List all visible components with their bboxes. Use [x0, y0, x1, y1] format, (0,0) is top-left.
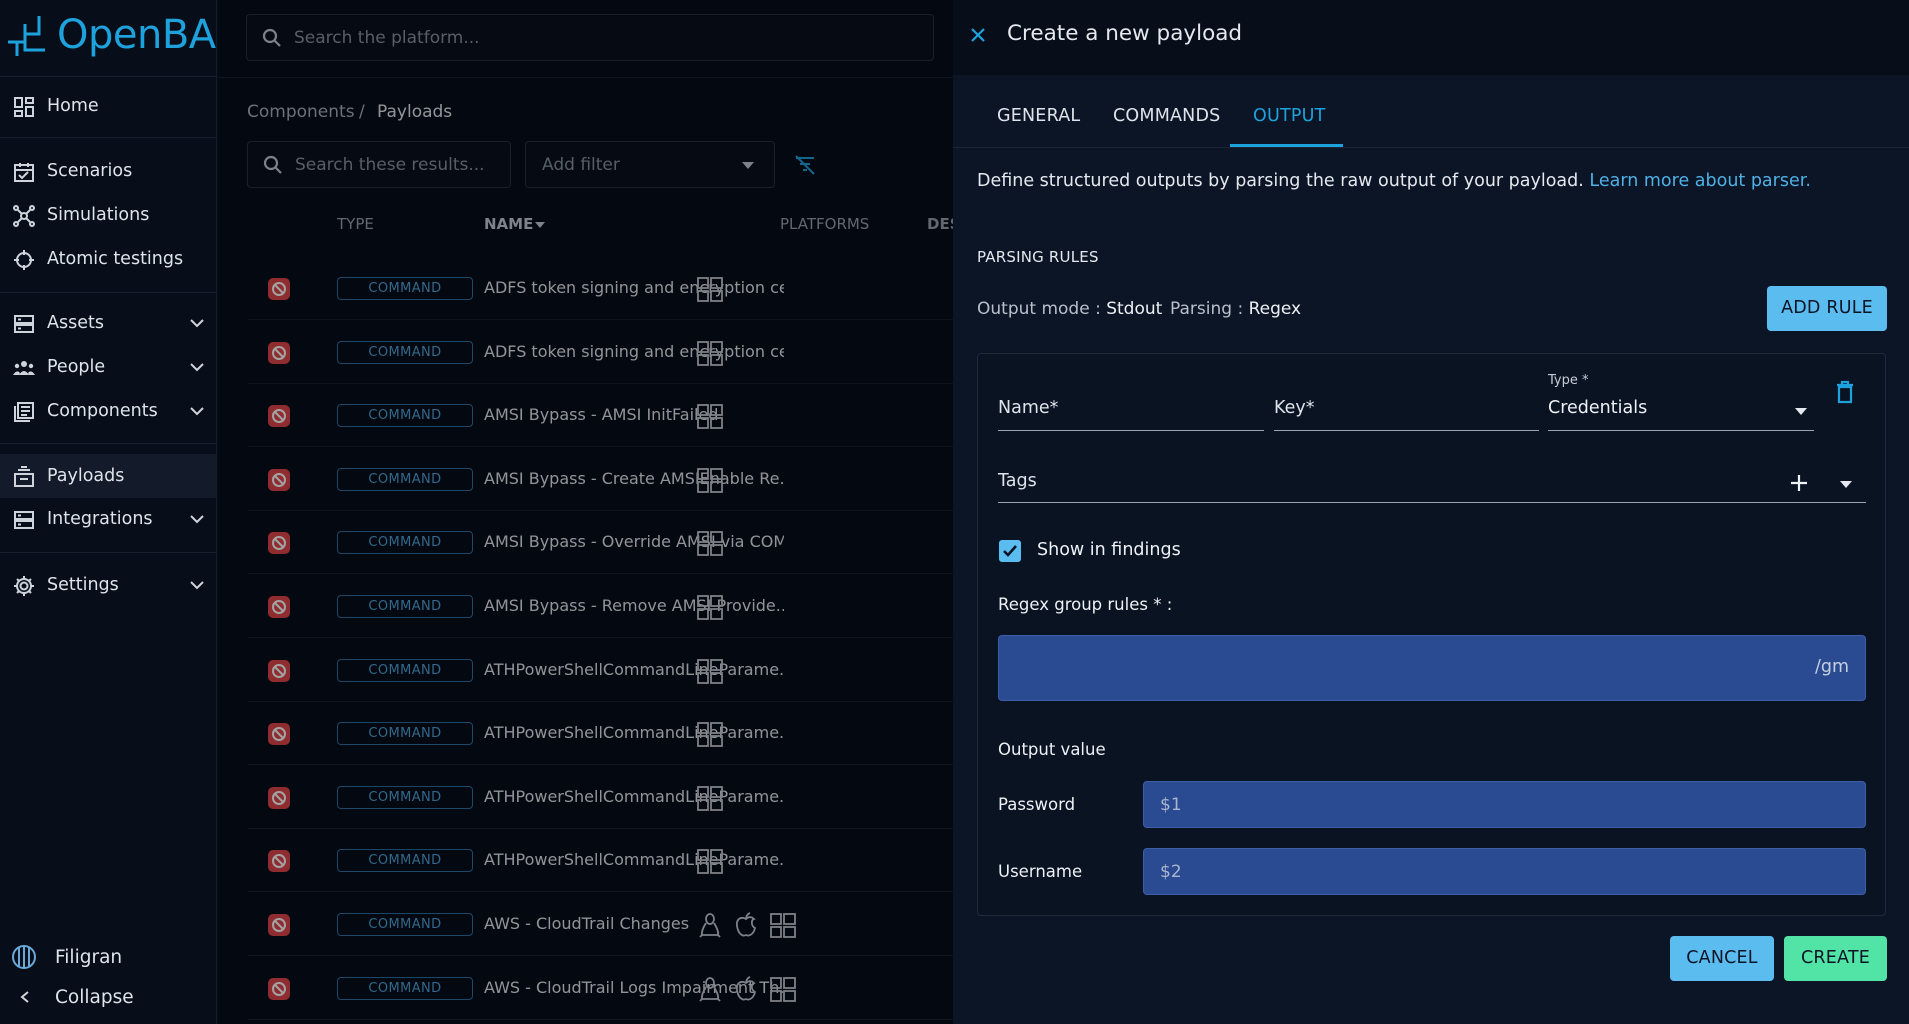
- filigran-logo-icon: [12, 945, 36, 969]
- sidebar-item-assets[interactable]: Assets: [0, 301, 217, 345]
- username-output-value: $2: [1160, 862, 1182, 882]
- sidebar-item-label: Simulations: [47, 205, 150, 225]
- sidebar-item-label: Integrations: [47, 509, 153, 529]
- target-icon: [14, 250, 34, 270]
- sidebar-item-label: People: [47, 357, 106, 377]
- calendar-icon: [14, 163, 34, 182]
- parsing-info: Parsing : Regex: [1170, 299, 1301, 319]
- drawer-header: Create a new payload: [953, 0, 1909, 75]
- sidebar-item-label: Home: [47, 96, 99, 116]
- chevron-down-icon: [190, 363, 204, 372]
- drawer-title: Create a new payload: [1007, 21, 1243, 46]
- chevron-down-icon: [190, 581, 204, 590]
- sidebar: OpenBAS Home Scenarios Simulations Atomi…: [0, 0, 241, 1024]
- sidebar-item-label: Atomic testings: [47, 249, 184, 269]
- show-in-findings-checkbox[interactable]: [999, 540, 1021, 562]
- add-tag-icon[interactable]: [1790, 474, 1808, 492]
- show-in-findings-label[interactable]: Show in findings: [1037, 540, 1181, 560]
- regex-rules-label: Regex group rules * :: [998, 595, 1173, 614]
- section-title: PARSING RULES: [977, 248, 1099, 266]
- sidebar-item-components[interactable]: Components: [0, 389, 217, 433]
- required-mark: *: [1305, 398, 1315, 418]
- password-output-value: $1: [1160, 795, 1182, 815]
- regex-input[interactable]: /gm: [998, 635, 1866, 701]
- sidebar-item-scenarios[interactable]: Scenarios: [0, 149, 217, 193]
- sidebar-item-settings[interactable]: Settings: [0, 563, 217, 607]
- sidebar-item-label: Settings: [47, 575, 119, 595]
- rule-name-underline: [998, 430, 1264, 431]
- gear-icon: [14, 576, 34, 596]
- rule-key-field[interactable]: Key*: [1274, 398, 1314, 418]
- learn-more-link[interactable]: Learn more about parser.: [1589, 171, 1810, 191]
- password-output-input[interactable]: $1: [1143, 781, 1866, 828]
- sidebar-item-label: Payloads: [47, 466, 125, 486]
- username-label: Username: [998, 862, 1083, 881]
- add-rule-button[interactable]: ADD RULE: [1767, 286, 1887, 331]
- tags-underline: [998, 502, 1866, 503]
- chevron-down-icon: [190, 407, 204, 416]
- rule-name-label: Name: [998, 398, 1050, 418]
- chevron-left-icon: [20, 991, 29, 1003]
- library-icon: [14, 402, 34, 422]
- sidebar-item-label: Components: [47, 401, 158, 421]
- backdrop-overlay[interactable]: [218, 0, 953, 1024]
- dropdown-arrow-icon[interactable]: [1794, 407, 1808, 416]
- output-value-label: Output value: [998, 740, 1106, 759]
- create-payload-drawer: Create a new payload GENERAL COMMANDS OU…: [953, 0, 1909, 1024]
- payloads-page: Search the platform... Components / Payl…: [218, 0, 953, 1024]
- footer-brand: Filigran: [55, 946, 123, 968]
- brand-name: OpenBAS: [57, 12, 241, 58]
- sidebar-item-atomic-testings[interactable]: Atomic testings: [0, 237, 217, 281]
- openbas-logo-icon: [8, 16, 45, 56]
- regex-suffix: /gm: [1814, 657, 1849, 677]
- dropdown-arrow-icon[interactable]: [1839, 480, 1853, 489]
- close-icon[interactable]: [970, 27, 986, 43]
- output-intro: Define structured outputs by parsing the…: [977, 171, 1811, 191]
- required-mark: *: [1049, 398, 1059, 418]
- rule-key-underline: [1274, 430, 1539, 431]
- brand-logo[interactable]: OpenBAS: [5, 12, 241, 58]
- collapse-label: Collapse: [55, 986, 134, 1008]
- output-mode-value: Stdout: [1106, 299, 1163, 319]
- tabs-divider: [953, 147, 1909, 148]
- parsing-value: Regex: [1248, 299, 1302, 319]
- rule-type-label: Type *: [1548, 373, 1589, 388]
- username-output-input[interactable]: $2: [1143, 848, 1866, 895]
- tab-commands[interactable]: COMMANDS: [1113, 106, 1220, 126]
- parsing-label: Parsing :: [1170, 299, 1244, 319]
- output-mode-label: Output mode :: [977, 299, 1101, 319]
- chevron-down-icon: [190, 319, 204, 328]
- sidebar-item-home[interactable]: Home: [0, 84, 217, 128]
- sidebar-item-integrations[interactable]: Integrations: [0, 497, 217, 541]
- sidebar-item-label: Assets: [47, 313, 104, 333]
- create-button[interactable]: CREATE: [1784, 936, 1887, 981]
- chevron-down-icon: [190, 515, 204, 524]
- server-icon: [14, 511, 34, 529]
- hub-icon: [13, 205, 35, 227]
- dashboard-icon: [14, 97, 34, 117]
- output-mode-info: Output mode : Stdout: [977, 299, 1162, 319]
- rule-type-value[interactable]: Credentials: [1548, 398, 1647, 418]
- tab-output[interactable]: OUTPUT: [1253, 106, 1326, 126]
- rule-name-field[interactable]: Name*: [998, 398, 1058, 418]
- sidebar-item-simulations[interactable]: Simulations: [0, 193, 217, 237]
- server-icon: [14, 315, 34, 333]
- sidebar-item-payloads[interactable]: Payloads: [0, 454, 217, 498]
- intro-text: Define structured outputs by parsing the…: [977, 171, 1584, 191]
- collapse-button[interactable]: Collapse: [0, 975, 217, 1019]
- payload-icon: [14, 466, 34, 487]
- people-icon: [13, 361, 35, 375]
- checkmark-icon: [1003, 545, 1017, 557]
- parsing-rule-card: Name* Key* Type * Credentials Tags Show …: [977, 353, 1886, 916]
- filigran-link[interactable]: Filigran: [0, 935, 217, 979]
- rule-type-underline: [1548, 430, 1814, 431]
- sidebar-item-label: Scenarios: [47, 161, 133, 181]
- delete-icon[interactable]: [1835, 380, 1855, 404]
- password-label: Password: [998, 795, 1076, 814]
- rule-key-label: Key: [1274, 398, 1306, 418]
- sidebar-item-people[interactable]: People: [0, 345, 217, 389]
- tags-label[interactable]: Tags: [998, 471, 1037, 491]
- cancel-button[interactable]: CANCEL: [1670, 936, 1774, 981]
- tab-general[interactable]: GENERAL: [997, 106, 1080, 126]
